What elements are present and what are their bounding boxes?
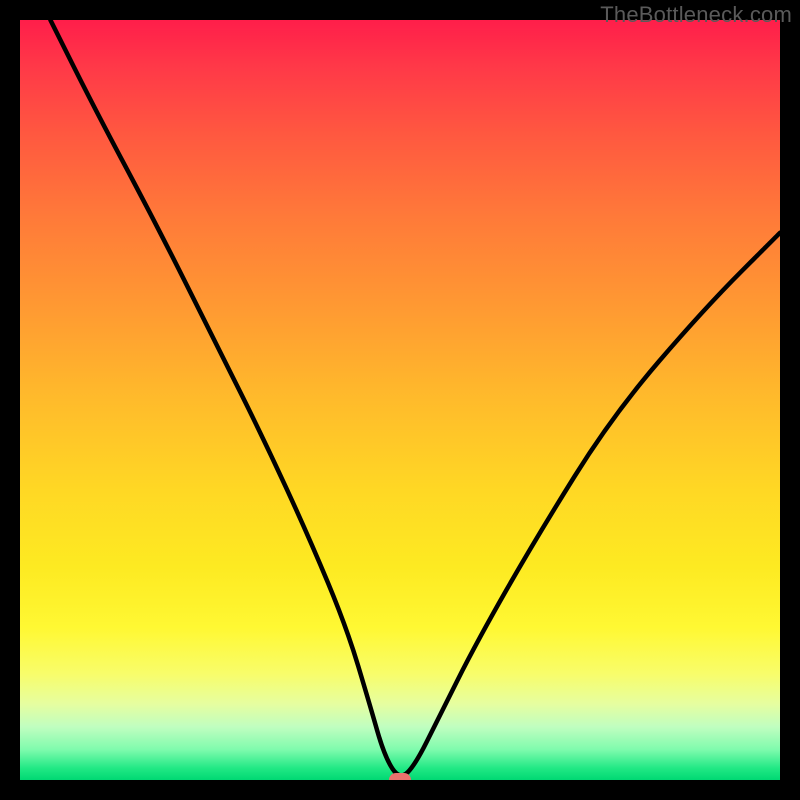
bottleneck-curve (50, 20, 780, 775)
watermark-text: TheBottleneck.com (600, 2, 792, 28)
chart-frame: TheBottleneck.com (0, 0, 800, 800)
curve-svg (20, 20, 780, 780)
plot-area (20, 20, 780, 780)
optimal-point-marker (389, 773, 411, 780)
